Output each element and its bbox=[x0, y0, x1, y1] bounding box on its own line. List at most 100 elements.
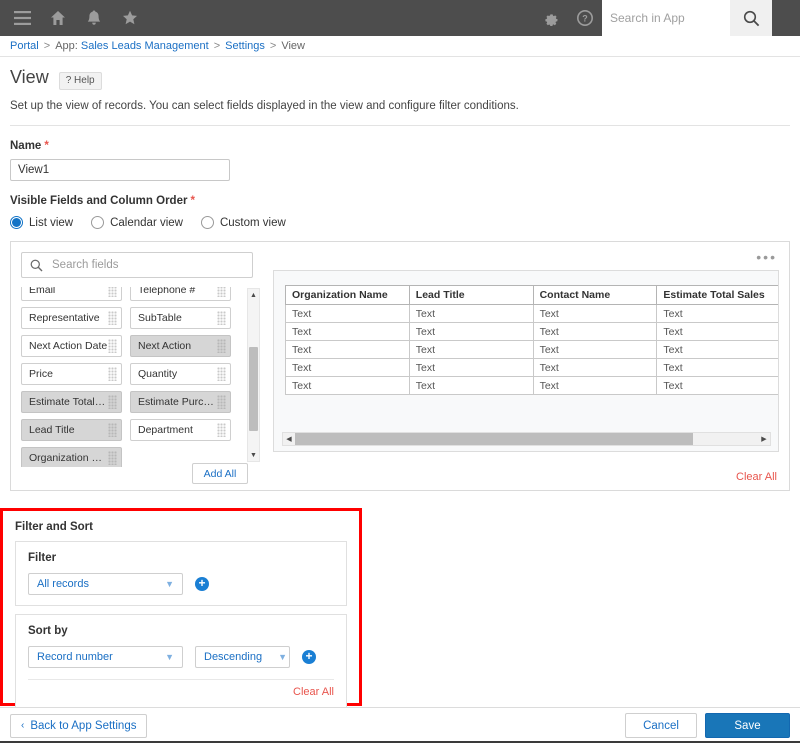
field-search-input[interactable] bbox=[50, 253, 244, 277]
breadcrumb-portal[interactable]: Portal bbox=[10, 40, 39, 52]
scroll-left-arrow-icon[interactable]: ◀ bbox=[283, 435, 295, 443]
view-name-input[interactable] bbox=[10, 159, 230, 181]
star-icon[interactable] bbox=[114, 0, 146, 36]
name-label-text: Name bbox=[10, 140, 42, 152]
preview-table-cell: Text bbox=[656, 340, 778, 359]
preview-table-cell: Text bbox=[285, 358, 410, 377]
sort-field-select[interactable]: Record number ▼ bbox=[28, 646, 183, 668]
back-to-app-settings-button[interactable]: ‹ Back to App Settings bbox=[10, 713, 148, 738]
field-chip[interactable]: SubTable bbox=[130, 307, 231, 329]
bell-icon[interactable] bbox=[78, 0, 110, 36]
drag-handle-icon[interactable] bbox=[108, 423, 117, 437]
sort-clear-all-link[interactable]: Clear All bbox=[28, 686, 334, 698]
drag-handle-icon[interactable] bbox=[108, 367, 117, 381]
preview-table-cell: Text bbox=[656, 322, 778, 341]
field-chip-grid: Email Telephone # Representative SubTable Ne… bbox=[21, 287, 231, 467]
radio-label-list-view: List view bbox=[29, 216, 74, 229]
drag-handle-icon[interactable] bbox=[108, 339, 117, 353]
field-chip[interactable]: Lead Title bbox=[21, 419, 122, 441]
scroll-down-arrow-icon[interactable]: ▼ bbox=[248, 449, 259, 461]
add-filter-button[interactable]: + bbox=[195, 577, 209, 591]
app-search-input[interactable] bbox=[602, 1, 730, 35]
chevron-down-icon-sort-order: ▼ bbox=[278, 652, 288, 662]
radio-list-view[interactable]: List view bbox=[10, 216, 73, 229]
preview-table-cell: Text bbox=[532, 304, 658, 323]
top-bar-right-area: ? bbox=[534, 0, 800, 36]
drag-handle-icon[interactable] bbox=[217, 367, 226, 381]
top-bar-tail bbox=[772, 0, 800, 36]
drag-handle-icon[interactable] bbox=[108, 311, 117, 325]
preview-table-cell: Text bbox=[656, 358, 778, 377]
app-search-button[interactable] bbox=[730, 0, 772, 36]
scroll-right-arrow-icon[interactable]: ▶ bbox=[758, 435, 770, 443]
app-top-bar: ? bbox=[0, 0, 800, 36]
field-chip-label: Lead Title bbox=[29, 424, 75, 436]
preview-table-row: TextTextTextTextText bbox=[285, 376, 778, 395]
help-button[interactable]: ? Help bbox=[58, 72, 102, 90]
hamburger-icon[interactable] bbox=[6, 0, 38, 36]
view-settings-form: Name* Visible Fields and Column Order* L… bbox=[0, 140, 800, 491]
drag-handle-icon[interactable] bbox=[217, 339, 226, 353]
overflow-menu-icon[interactable]: ••• bbox=[756, 250, 777, 264]
scroll-up-arrow-icon[interactable]: ▲ bbox=[248, 289, 259, 301]
field-chip[interactable]: Email bbox=[21, 287, 122, 301]
filter-row: All records ▼ + bbox=[28, 573, 334, 595]
field-list-scrollbar[interactable]: ▲ ▼ bbox=[247, 288, 260, 462]
field-chip-label: Email bbox=[29, 287, 56, 296]
field-chip[interactable]: Quantity bbox=[130, 363, 231, 385]
add-sort-button[interactable]: + bbox=[302, 650, 316, 664]
field-list-scroll-thumb[interactable] bbox=[249, 347, 258, 431]
preview-scroll-thumb[interactable] bbox=[295, 433, 694, 445]
drag-handle-icon[interactable] bbox=[217, 287, 226, 297]
clear-all-fields-link[interactable]: Clear All bbox=[736, 471, 777, 483]
preview-table-wrapper: Organization Name Lead Title Contact Name E… bbox=[285, 285, 778, 395]
preview-scroll-track[interactable] bbox=[295, 433, 758, 445]
breadcrumb-settings[interactable]: Settings bbox=[225, 40, 265, 52]
visible-fields-label: Visible Fields and Column Order * bbox=[10, 195, 790, 207]
field-chip[interactable]: Organization Name bbox=[21, 447, 122, 467]
field-chip[interactable]: Estimate Purchase D... bbox=[130, 391, 231, 413]
field-chip[interactable]: Next Action bbox=[130, 335, 231, 357]
save-button[interactable]: Save bbox=[705, 713, 790, 738]
add-all-button[interactable]: Add All bbox=[192, 463, 248, 484]
field-chip[interactable]: Price bbox=[21, 363, 122, 385]
preview-table-row: TextTextTextTextText bbox=[285, 322, 778, 341]
page-title: View bbox=[10, 67, 49, 87]
preview-horizontal-scrollbar[interactable]: ◀ ▶ bbox=[282, 432, 771, 446]
drag-handle-icon[interactable] bbox=[217, 311, 226, 325]
field-chip-label: Next Action bbox=[138, 340, 192, 352]
chevron-left-icon: ‹ bbox=[21, 720, 25, 731]
drag-handle-icon[interactable] bbox=[217, 423, 226, 437]
gear-icon[interactable] bbox=[534, 0, 568, 36]
radio-custom-view[interactable]: Custom view bbox=[200, 216, 286, 229]
visible-fields-label-text: Visible Fields and Column Order bbox=[10, 195, 188, 207]
breadcrumb-app-name[interactable]: Sales Leads Management bbox=[81, 40, 209, 52]
drag-handle-icon[interactable] bbox=[108, 287, 117, 297]
cancel-button[interactable]: Cancel bbox=[625, 713, 697, 738]
breadcrumb-separator-3: > bbox=[269, 40, 277, 52]
sort-order-value: Descending bbox=[204, 651, 263, 663]
help-icon[interactable]: ? bbox=[568, 0, 602, 36]
svg-text:?: ? bbox=[582, 14, 588, 24]
back-button-label: Back to App Settings bbox=[30, 719, 137, 732]
preview-table-header-row: Organization Name Lead Title Contact Name E… bbox=[285, 285, 778, 305]
home-icon[interactable] bbox=[42, 0, 74, 36]
page-header: View ? Help Set up the view of records. … bbox=[0, 57, 800, 126]
filter-and-sort-title: Filter and Sort bbox=[15, 521, 93, 533]
field-chip[interactable]: Next Action Date bbox=[21, 335, 122, 357]
view-type-radio-group: List view Calendar view Custom view bbox=[10, 216, 790, 229]
chevron-down-icon-sort-field: ▼ bbox=[165, 652, 174, 662]
drag-handle-icon[interactable] bbox=[108, 395, 117, 409]
drag-handle-icon[interactable] bbox=[217, 395, 226, 409]
sort-order-select[interactable]: Descending ▼ bbox=[195, 646, 290, 668]
page-title-row: View ? Help bbox=[10, 67, 790, 90]
preview-column-header: Organization Name bbox=[285, 285, 410, 305]
filter-select[interactable]: All records ▼ bbox=[28, 573, 183, 595]
field-picker-left: Email Telephone # Representative SubTable Ne… bbox=[21, 252, 266, 467]
field-chip[interactable]: Estimate Total Sales bbox=[21, 391, 122, 413]
field-chip[interactable]: Representative bbox=[21, 307, 122, 329]
field-chip[interactable]: Telephone # bbox=[130, 287, 231, 301]
radio-calendar-view[interactable]: Calendar view bbox=[91, 216, 183, 229]
drag-handle-icon[interactable] bbox=[108, 451, 117, 465]
field-chip[interactable]: Department bbox=[130, 419, 231, 441]
